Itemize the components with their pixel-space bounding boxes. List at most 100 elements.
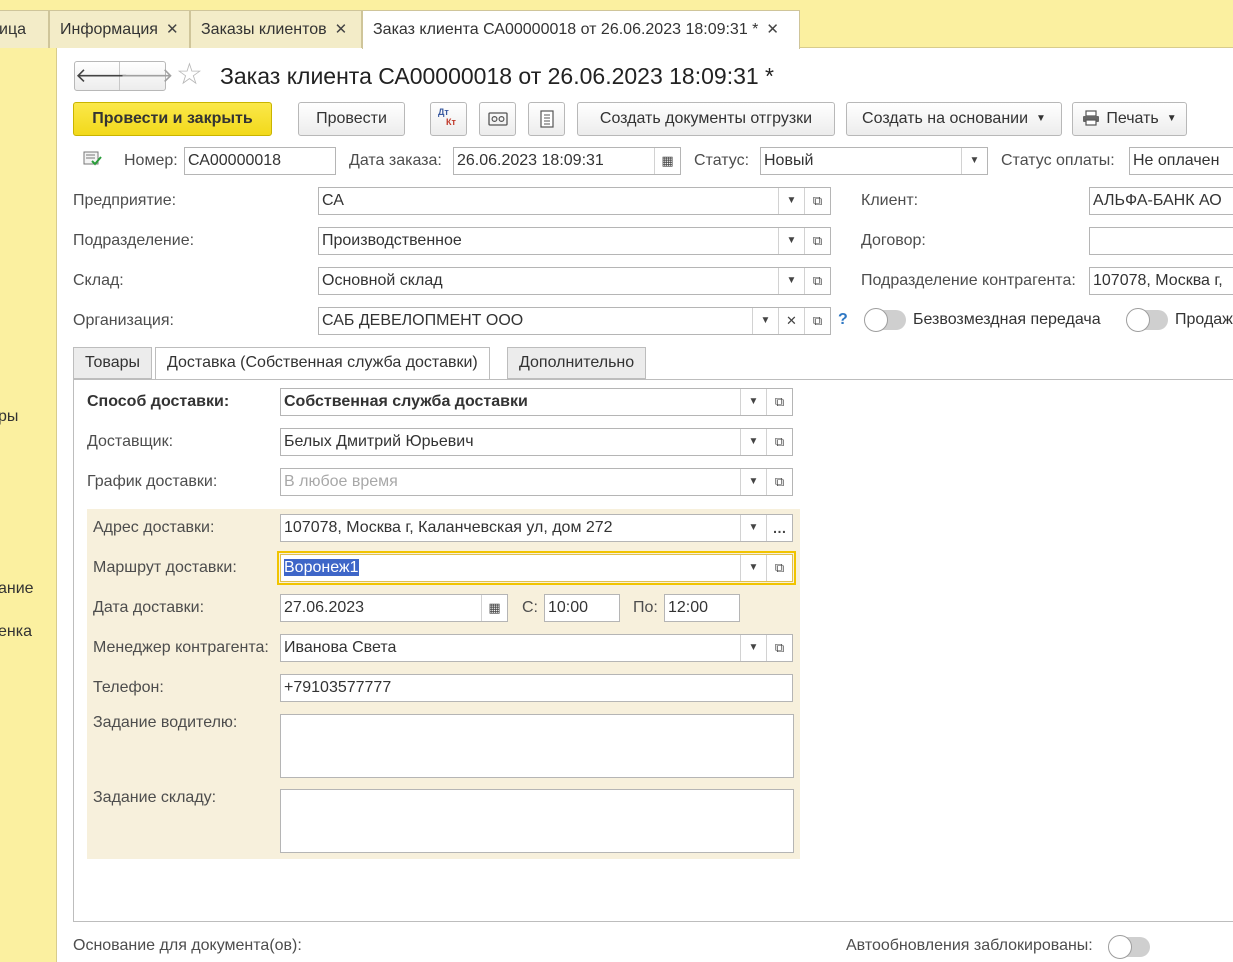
division-label: Подразделение: [73,232,195,249]
chevron-down-icon: ▼ [1166,113,1177,124]
delivery-date-field[interactable]: 27.06.2023 ▦ [280,594,508,622]
time-from-field[interactable]: 10:00 [544,594,620,622]
delivery-schedule-select[interactable]: В любое время ▼ ⧉ [280,468,793,496]
warehouse-select[interactable]: Основной склад ▼ ⧉ [318,267,831,295]
open-icon[interactable]: ⧉ [766,389,792,415]
chevron-down-icon[interactable]: ▼ [740,635,766,661]
star-icon[interactable]: ☆ [176,58,203,92]
client-label: Клиент: [861,192,919,209]
chevron-down-icon[interactable]: ▼ [752,308,778,334]
chevron-down-icon[interactable]: ▼ [740,469,766,495]
warehouse-task-textarea[interactable] [280,789,794,853]
clear-icon[interactable]: ✕ [778,308,804,334]
autoupdate-label: Автообновления заблокированы: [846,937,1093,954]
calendar-icon[interactable]: ▦ [481,595,507,621]
counterparty-division-label: Подразделение контрагента: [861,272,1076,289]
organization-label: Организация: [73,312,174,329]
division-select[interactable]: Производственное ▼ ⧉ [318,227,831,255]
create-shipment-docs-button[interactable]: Создать документы отгрузки [577,102,835,136]
open-icon[interactable]: ⧉ [804,268,830,294]
free-transfer-toggle[interactable] [864,308,906,332]
delivery-schedule-label: График доставки: [87,473,218,490]
report-button[interactable] [528,102,565,136]
more-icon[interactable]: … [766,515,792,541]
number-label: Номер: [124,152,178,169]
phone-label: Телефон: [93,679,164,696]
create-based-on-button[interactable]: Создать на основании ▼ [846,102,1062,136]
order-date-field[interactable]: 26.06.2023 18:09:31 ▦ [453,147,681,175]
contract-field[interactable] [1089,227,1233,255]
calendar-icon[interactable]: ▦ [654,148,680,174]
organization-select[interactable]: САБ ДЕВЕЛОПМЕНТ ООО ▼ ✕ ⧉ [318,307,831,335]
phone-field[interactable]: +79103577777 [280,674,793,702]
enterprise-select[interactable]: СА ▼ ⧉ [318,187,831,215]
sidebar-item[interactable]: ание [0,580,34,598]
chevron-down-icon[interactable]: ▼ [740,389,766,415]
open-icon[interactable]: ⧉ [804,228,830,254]
chevron-down-icon[interactable]: ▼ [961,148,987,174]
delivery-address-label: Адрес доставки: [93,519,215,536]
sidebar: ры ание енка [0,48,57,962]
forward-icon[interactable]: 🡒 [120,62,174,90]
close-icon[interactable]: ✕ [166,21,179,38]
enterprise-label: Предприятие: [73,192,177,209]
tab-partial[interactable]: ица [0,10,49,48]
close-icon[interactable]: ✕ [766,21,779,38]
open-icon[interactable]: ⧉ [804,308,830,334]
sale-toggle[interactable] [1126,308,1168,332]
counterparty-manager-select[interactable]: Иванова Света ▼ ⧉ [280,634,793,662]
driver-task-textarea[interactable] [280,714,794,778]
sale-label: Продаж [1175,311,1233,328]
tab-client-order[interactable]: Заказ клиента СА00000018 от 26.06.2023 1… [362,10,800,49]
chevron-down-icon[interactable]: ▼ [778,188,804,214]
open-icon[interactable]: ⧉ [766,429,792,455]
warehouse-task-label: Задание складу: [93,789,217,806]
chevron-down-icon[interactable]: ▼ [778,228,804,254]
payment-status-field[interactable]: Не оплачен [1129,147,1233,175]
payment-status-label: Статус оплаты: [1001,152,1115,169]
number-field[interactable]: СА00000018 [184,147,336,175]
delivery-route-label: Маршрут доставки: [93,559,237,576]
dtkt-button[interactable]: Дт Кт [430,102,467,136]
chevron-down-icon[interactable]: ▼ [740,515,766,541]
open-icon[interactable]: ⧉ [766,555,792,581]
autoupdate-toggle[interactable] [1108,935,1150,959]
close-icon[interactable]: ✕ [335,21,348,38]
sidebar-item[interactable]: енка [0,623,32,641]
cassette-icon [488,112,508,126]
status-select[interactable]: Новый ▼ [760,147,988,175]
tape-button[interactable] [479,102,516,136]
nav-buttons: 🡐 🡒 [74,61,174,91]
chevron-down-icon[interactable]: ▼ [778,268,804,294]
open-icon[interactable]: ⧉ [766,469,792,495]
tab-goods[interactable]: Товары [73,347,153,379]
time-to-field[interactable]: 12:00 [664,594,740,622]
tab-strip: ица Информация ✕ Заказы клиентов ✕ Заказ к… [0,0,1233,49]
warehouse-label: Склад: [73,272,124,289]
open-icon[interactable]: ⧉ [804,188,830,214]
tab-delivery[interactable]: Доставка (Собственная служба доставки) [155,347,490,380]
post-and-close-button[interactable]: Провести и закрыть [73,102,272,136]
back-icon[interactable]: 🡐 [75,62,129,90]
time-from-label: С: [522,599,538,616]
delivery-route-select[interactable]: Воронеж1 ▼ ⧉ [280,554,793,582]
print-button[interactable]: Печать ▼ [1072,102,1187,136]
help-icon[interactable]: ? [838,311,848,329]
post-button[interactable]: Провести [298,102,405,136]
free-transfer-label: Безвозмездная передача [913,311,1101,328]
sidebar-item[interactable]: ры [0,408,18,426]
tab-information[interactable]: Информация ✕ [49,10,190,48]
dtkt-icon: Дт Кт [438,107,456,127]
delivery-address-select[interactable]: 107078, Москва г, Каланчевская ул, дом 2… [280,514,793,542]
courier-select[interactable]: Белых Дмитрий Юрьевич ▼ ⧉ [280,428,793,456]
chevron-down-icon[interactable]: ▼ [740,429,766,455]
delivery-method-select[interactable]: Собственная служба доставки ▼ ⧉ [280,388,793,416]
client-field[interactable]: АЛЬФА-БАНК АО [1089,187,1233,215]
chevron-down-icon: ▼ [1036,113,1046,124]
chevron-down-icon[interactable]: ▼ [740,555,766,581]
counterparty-division-field[interactable]: 107078, Москва г, [1089,267,1233,295]
tab-additional[interactable]: Дополнительно [507,347,647,379]
tab-client-orders[interactable]: Заказы клиентов ✕ [190,10,362,48]
open-icon[interactable]: ⧉ [766,635,792,661]
status-label: Статус: [694,152,750,169]
